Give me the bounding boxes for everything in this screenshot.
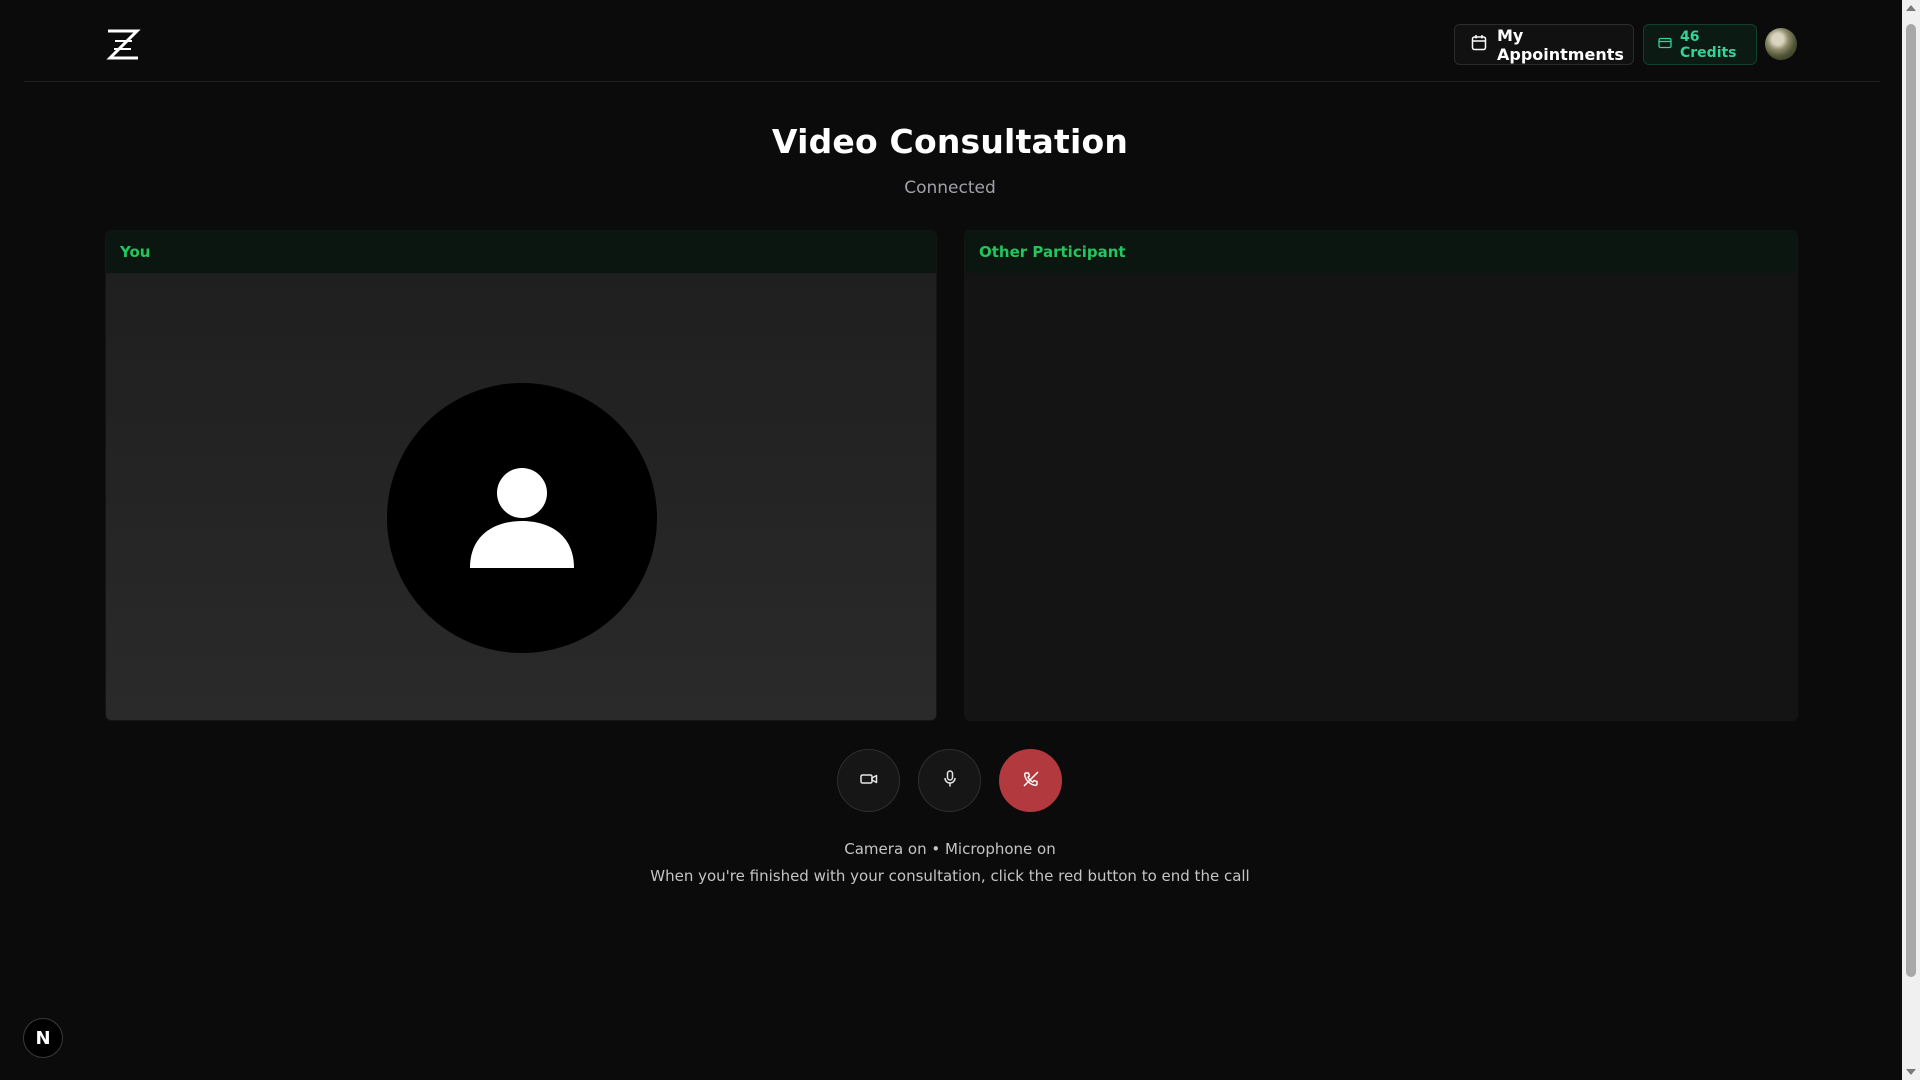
self-video-feed — [106, 273, 936, 720]
media-state-text: Camera on • Microphone on — [844, 840, 1056, 858]
vertical-scrollbar[interactable] — [1902, 0, 1920, 1080]
top-navbar: My Appointments 46 Credits — [24, 0, 1880, 82]
logo-icon[interactable] — [105, 28, 141, 62]
credit-card-icon — [1658, 37, 1672, 53]
phone-off-icon — [1022, 770, 1040, 792]
video-camera-icon — [859, 771, 878, 790]
self-video-label: You — [106, 231, 936, 273]
end-call-hint: When you're finished with your consultat… — [650, 867, 1250, 885]
other-participant-video-feed — [965, 273, 1797, 720]
connection-status: Connected — [904, 178, 996, 198]
page-title: Video Consultation — [771, 122, 1129, 161]
calendar-icon — [1471, 34, 1487, 55]
toggle-microphone-button[interactable] — [918, 749, 981, 812]
page: My Appointments 46 Credits Video Consult… — [0, 0, 1920, 1080]
user-placeholder-icon — [387, 383, 657, 653]
other-participant-panel: Other Participant — [964, 230, 1798, 721]
user-avatar[interactable] — [1765, 28, 1797, 60]
my-appointments-button[interactable]: My Appointments — [1454, 24, 1634, 65]
credits-label: 46 Credits — [1680, 28, 1737, 61]
scroll-up-arrow-icon[interactable] — [1906, 5, 1916, 11]
end-call-button[interactable] — [999, 749, 1062, 812]
my-appointments-label: My Appointments — [1497, 25, 1624, 64]
microphone-icon — [943, 769, 957, 792]
scrollbar-thumb[interactable] — [1906, 24, 1916, 977]
credits-button[interactable]: 46 Credits — [1643, 24, 1757, 65]
toggle-camera-button[interactable] — [837, 749, 900, 812]
scroll-down-arrow-icon[interactable] — [1906, 1069, 1916, 1075]
dev-tools-badge[interactable]: N — [23, 1018, 63, 1058]
self-video-panel: You — [105, 230, 937, 721]
other-participant-label: Other Participant — [965, 231, 1797, 273]
